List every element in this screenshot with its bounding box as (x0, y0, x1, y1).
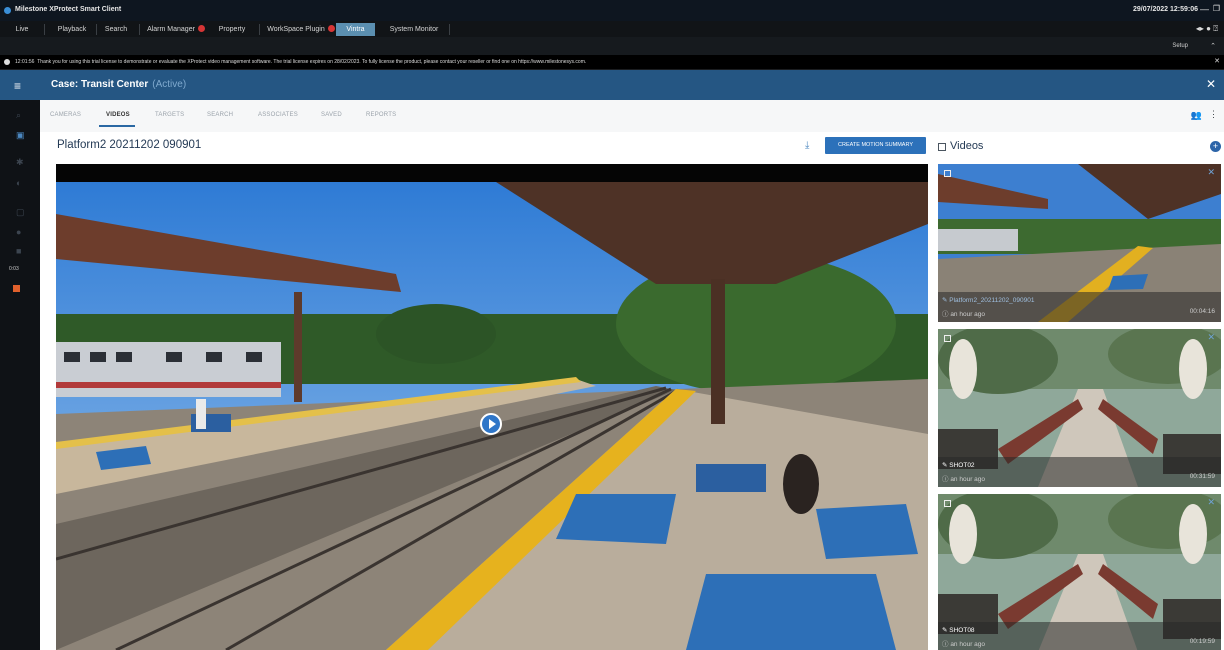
add-video-icon[interactable]: + (1210, 141, 1221, 152)
case-title: Case: Transit Center (Active) (51, 79, 187, 90)
add-person-icon[interactable]: 👥 (1191, 110, 1202, 121)
notice-time: 12:01:56 (15, 59, 35, 65)
select-all-checkbox[interactable] (938, 143, 946, 151)
tab-vintra[interactable]: Vintra (336, 23, 375, 36)
tab-associates[interactable]: ASSOCIATES (258, 112, 298, 118)
info-icon (4, 59, 10, 65)
case-close-icon[interactable]: ✕ (1206, 77, 1216, 91)
video-duration: 00:04:16 (1189, 308, 1215, 315)
video-card[interactable]: ✕ ✎ SHOT02 ⓘ an hour ago 00:31:59 (938, 329, 1221, 487)
tab-targets[interactable]: TARGETS (155, 112, 184, 118)
video-frame (56, 164, 928, 650)
active-tab-indicator (99, 125, 135, 127)
content-area: CAMERAS VIDEOS TARGETS SEARCH ASSOCIATES… (40, 100, 1224, 650)
video-player[interactable] (56, 164, 928, 650)
video-age: ⓘ an hour ago (942, 311, 986, 318)
video-card[interactable]: ✕ ✎ Platform2_20211202_090901 ⓘ an hour … (938, 164, 1221, 322)
create-motion-summary-button[interactable]: CREATE MOTION SUMMARY (825, 137, 926, 154)
notice-close-icon[interactable]: ✕ (1214, 55, 1220, 69)
tab-cameras[interactable]: CAMERAS (50, 112, 81, 118)
app-title: Milestone XProtect Smart Client (15, 6, 122, 13)
title-bar: Milestone XProtect Smart Client 29/07/20… (0, 0, 1224, 21)
video-name: ✎ Platform2_20211202_090901 (942, 297, 1035, 304)
tab-search[interactable]: SEARCH (207, 112, 233, 118)
trial-notice-bar: 12:01:56 Thank you for using this trial … (0, 55, 1224, 69)
case-header: ≡ Case: Transit Center (Active) ✕ (0, 70, 1224, 100)
toolbar-icons[interactable]: ◂▸ ● ⍰ (1196, 24, 1218, 34)
disc-icon[interactable]: ● (16, 227, 21, 237)
hamburger-menu-icon[interactable]: ≡ (14, 79, 21, 93)
video-duration: 00:31:59 (1189, 473, 1215, 480)
shield-icon[interactable]: ◐ (16, 178, 21, 188)
video-checkbox[interactable] (944, 335, 951, 342)
videos-panel-title: Videos (950, 140, 984, 152)
case-sub-nav: CAMERAS VIDEOS TARGETS SEARCH ASSOCIATES… (40, 100, 1224, 132)
search-icon[interactable]: ⌕ (16, 110, 21, 121)
more-options-icon[interactable]: ⋮ (1209, 109, 1218, 120)
tab-search[interactable]: Search (98, 23, 134, 36)
tab-property[interactable]: Property (212, 23, 252, 36)
record-indicator (13, 285, 20, 292)
remove-video-icon[interactable]: ✕ (1207, 332, 1215, 343)
setup-button[interactable]: Setup (1172, 43, 1188, 49)
datetime-display: 29/07/2022 12:59:06 (1133, 6, 1198, 13)
video-name: ✎ SHOT02 (942, 462, 975, 469)
play-button[interactable] (480, 413, 502, 435)
tab-reports[interactable]: REPORTS (366, 112, 396, 118)
tab-system-monitor[interactable]: System Monitor (381, 23, 447, 36)
briefcase-icon[interactable]: ▣ (16, 130, 25, 141)
notice-text: Thank you for using this trial license t… (37, 59, 587, 65)
video-duration: 00:19:59 (1189, 638, 1215, 645)
video-card[interactable]: ✕ ✎ SHOT08 ⓘ an hour ago 00:19:59 (938, 494, 1221, 650)
tab-saved[interactable]: SAVED (321, 112, 342, 118)
tab-live[interactable]: Live (8, 23, 36, 36)
remove-video-icon[interactable]: ✕ (1207, 167, 1215, 178)
sidebar-timer: 0:03 (9, 266, 19, 272)
tab-playback[interactable]: Playback (50, 23, 94, 36)
chevron-up-icon[interactable]: ⌃ (1210, 42, 1216, 50)
video-checkbox[interactable] (944, 500, 951, 507)
app-logo-icon (4, 7, 11, 14)
video-age: ⓘ an hour ago (942, 641, 986, 648)
bug-icon[interactable]: ✱ (16, 157, 24, 168)
main-tab-bar: Live Playback Search Alarm Manager Prope… (0, 21, 1224, 37)
tab-alarm-manager[interactable]: Alarm Manager (144, 23, 208, 36)
camera-icon[interactable]: ■ (16, 246, 21, 256)
maximize-icon[interactable]: ❐ (1213, 4, 1220, 13)
video-title: Platform2 20211202 090901 (57, 139, 202, 151)
alert-badge-icon (327, 25, 335, 32)
tab-videos[interactable]: VIDEOS (106, 112, 130, 118)
setup-bar: Setup ⌃ (0, 37, 1224, 55)
download-icon[interactable]: ⤓ (805, 140, 809, 151)
remove-video-icon[interactable]: ✕ (1207, 497, 1215, 508)
tab-workspace-plugin[interactable]: WorkSpace Plugin (264, 23, 338, 36)
minimize-icon[interactable]: — (1200, 4, 1209, 14)
left-sidebar: ⌕ ▣ ✱ ◐ ▢ ● ■ 0:03 (0, 100, 40, 650)
videos-panel-header: Videos + (938, 140, 1221, 156)
case-status: (Active) (152, 79, 187, 90)
square-icon[interactable]: ▢ (16, 207, 25, 218)
video-checkbox[interactable] (944, 170, 951, 177)
video-age: ⓘ an hour ago (942, 476, 986, 483)
alert-badge-icon (197, 25, 205, 32)
video-name: ✎ SHOT08 (942, 627, 975, 634)
